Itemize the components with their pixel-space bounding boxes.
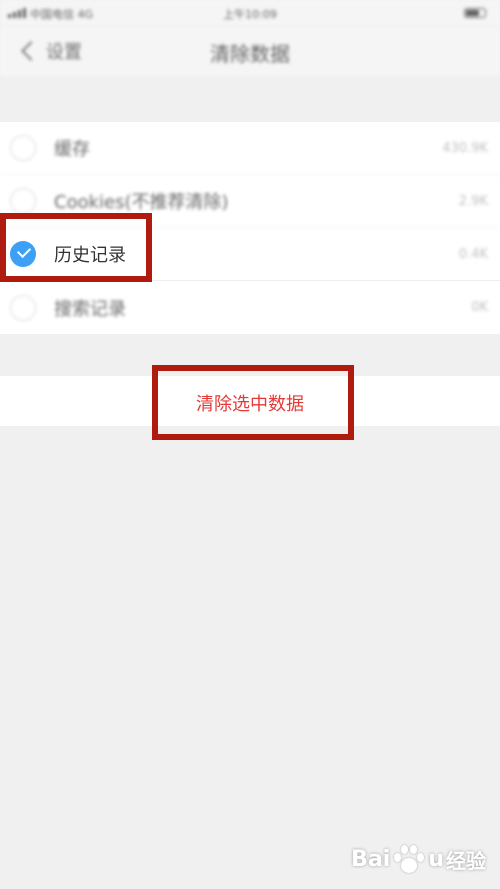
status-bar: 中国电信 4G 上午10:09: [0, 0, 500, 26]
item-size: 0K: [471, 300, 488, 315]
watermark-brand: Bai: [351, 846, 391, 872]
item-size: 2.9K: [458, 193, 488, 209]
page-title: 清除数据: [210, 42, 290, 66]
radio-unchecked-icon[interactable]: [10, 188, 36, 214]
item-label: 搜索记录: [54, 298, 126, 320]
paw-logo-icon: [392, 843, 426, 875]
list-item-search-history[interactable]: 搜索记录 0K: [0, 281, 500, 334]
item-label: 缓存: [54, 139, 90, 160]
status-time: 上午10:09: [223, 8, 277, 21]
watermark-brand-end: u: [428, 846, 444, 872]
watermark-sub: 经验: [446, 848, 486, 873]
item-label: Cookies(不推荐清除): [54, 192, 229, 213]
highlight-box-clear: [152, 365, 354, 440]
list-item-cache[interactable]: 缓存 430.9K: [0, 122, 500, 175]
item-size: 0.4K: [458, 246, 488, 262]
highlight-box-history: [0, 213, 152, 282]
item-size: 430.9K: [442, 140, 488, 156]
baidu-jingyan-watermark: Bai u 经验: [351, 843, 486, 875]
nav-bar: 设置 清除数据: [0, 26, 500, 76]
radio-unchecked-icon[interactable]: [10, 294, 36, 321]
radio-unchecked-icon[interactable]: [10, 135, 36, 161]
battery-icon: [464, 8, 486, 18]
